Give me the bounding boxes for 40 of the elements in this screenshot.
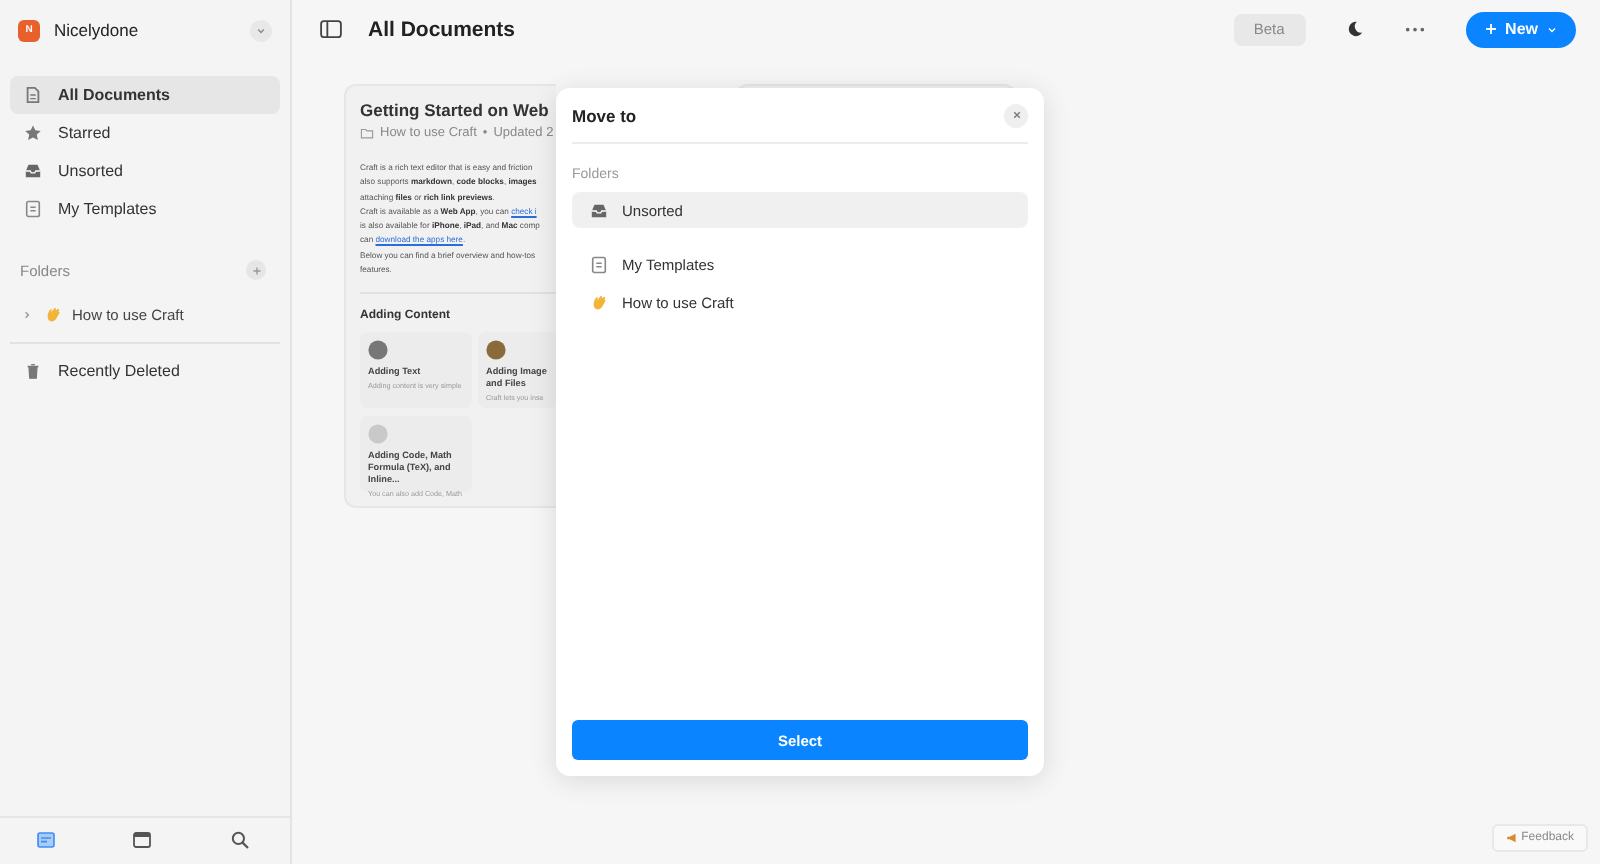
- circle-thumbnail: [486, 340, 506, 361]
- template-icon: [590, 255, 608, 273]
- close-icon: [1009, 108, 1023, 122]
- sidebar-item[interactable]: All Documents: [10, 76, 280, 114]
- sidebar-item[interactable]: Unsorted: [10, 152, 280, 190]
- sidebar-icon: [319, 19, 341, 39]
- circle-thumbnail: [368, 424, 388, 445]
- tray-icon: [24, 162, 42, 180]
- dialog-title: Move to: [572, 105, 637, 125]
- plus-icon: [249, 263, 263, 277]
- hand-icon: [44, 305, 62, 323]
- chevron-icon: [1546, 23, 1558, 35]
- sidebar-item[interactable]: Recently Deleted: [10, 352, 280, 390]
- sidebar-toggle-button[interactable]: [316, 15, 344, 43]
- circle-thumbnail: [368, 340, 388, 361]
- more-icon: [1404, 25, 1427, 33]
- doc-icon: [24, 86, 42, 104]
- folder-icon: [360, 126, 374, 140]
- sidebar-item[interactable]: My Templates: [10, 190, 280, 228]
- calendar-icon: [132, 829, 153, 849]
- moon-icon: [1346, 20, 1365, 38]
- document-card[interactable]: [344, 84, 556, 508]
- close-button[interactable]: [1004, 103, 1028, 127]
- page-title: All Documents: [368, 17, 518, 41]
- document-title: Getting Started on Web: [360, 100, 551, 120]
- new-button[interactable]: New: [1465, 11, 1576, 47]
- search-icon: [229, 829, 250, 849]
- document-icon: [36, 829, 57, 849]
- chevron-icon: [254, 23, 268, 37]
- star-icon: [24, 124, 42, 142]
- workspace-name[interactable]: Nicelydone: [54, 20, 236, 40]
- tray-icon: [590, 201, 608, 219]
- tab-button[interactable]: [229, 829, 254, 853]
- hand-icon: [590, 293, 608, 311]
- sidebar-item[interactable]: Starred: [10, 114, 280, 152]
- template-icon: [24, 200, 42, 218]
- plus-icon: [1483, 22, 1498, 36]
- trash-icon: [24, 362, 42, 380]
- tab-button[interactable]: [132, 829, 157, 853]
- tab-button[interactable]: [36, 829, 61, 853]
